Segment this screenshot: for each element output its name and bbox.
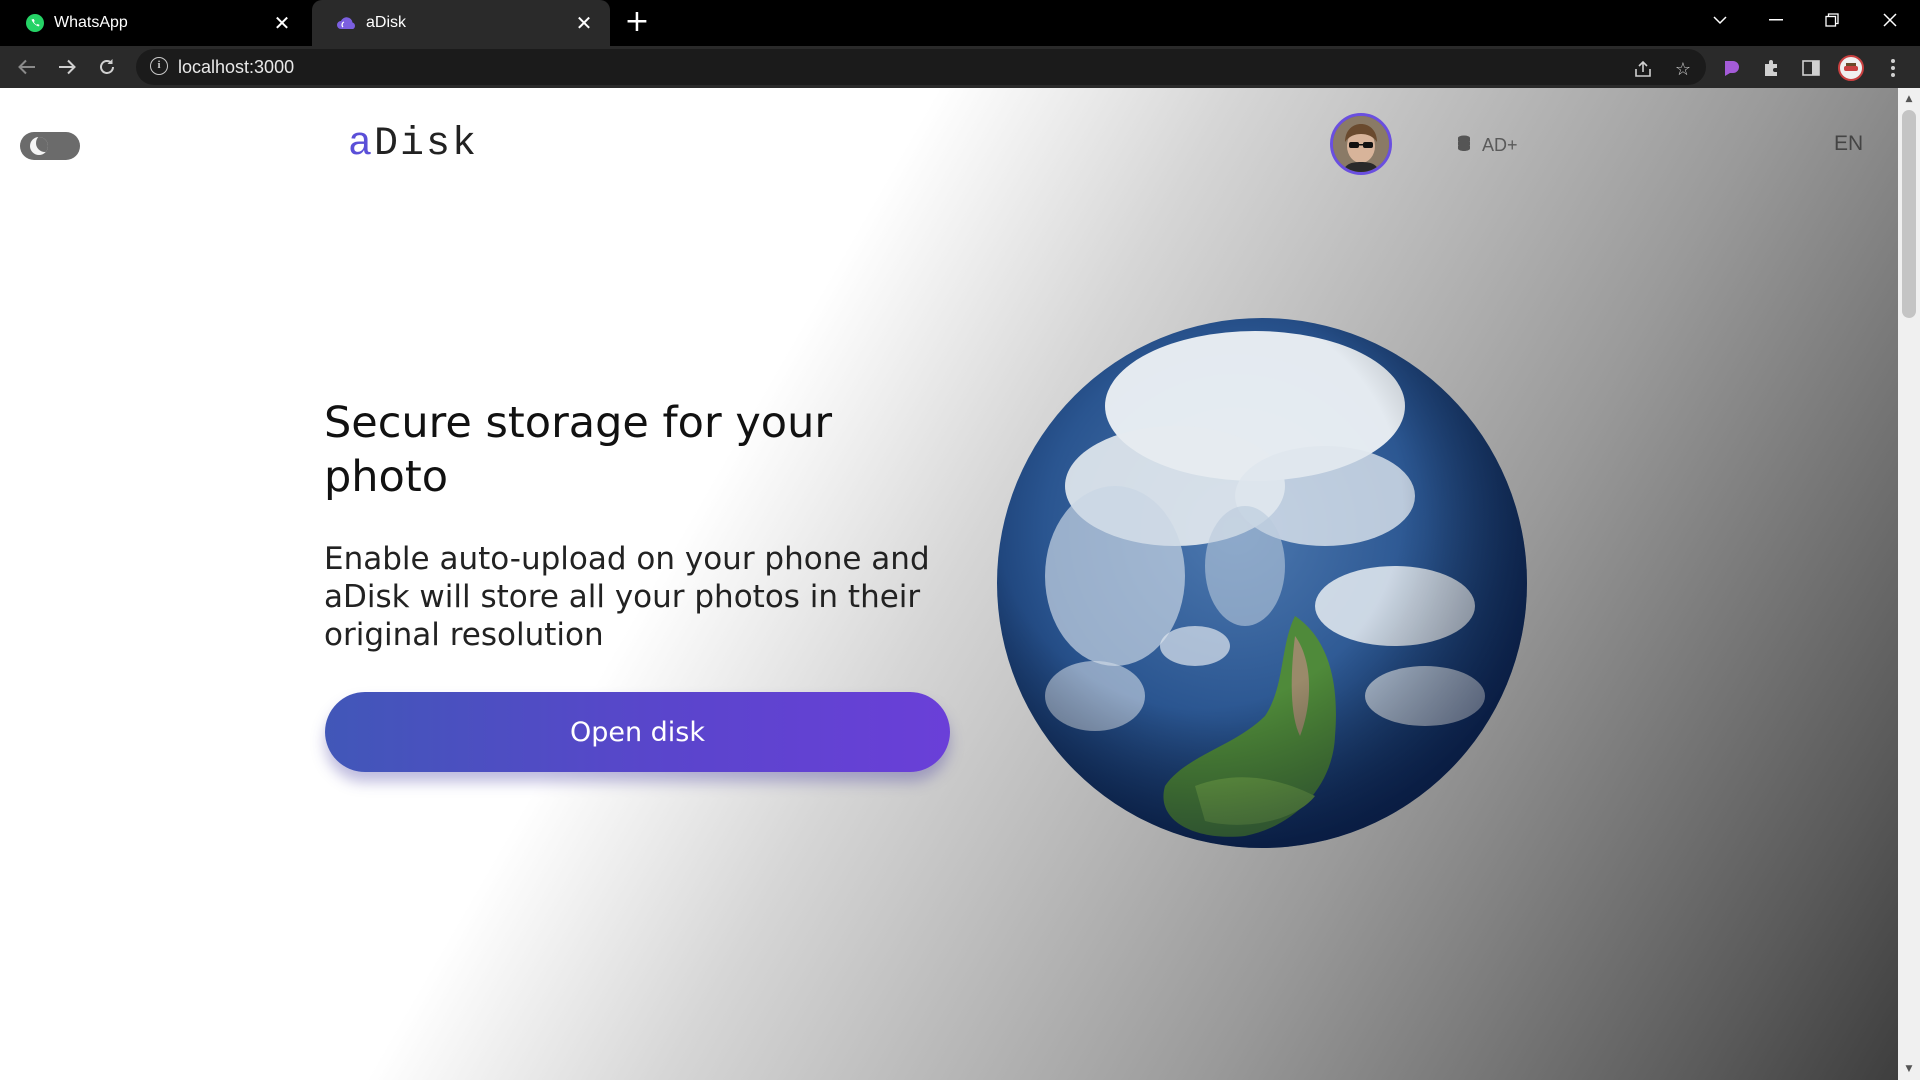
close-tab-icon[interactable]: ✕ bbox=[572, 11, 596, 35]
scroll-down-icon[interactable]: ▼ bbox=[1902, 1062, 1916, 1076]
earth-globe-image bbox=[995, 316, 1530, 851]
tab-title: WhatsApp bbox=[54, 14, 128, 31]
page-viewport: aDisk AD+ EN Secure storage for your pho… bbox=[0, 88, 1898, 1080]
close-tab-icon[interactable]: ✕ bbox=[270, 11, 294, 35]
hero-subtitle: Enable auto-upload on your phone and aDi… bbox=[324, 541, 930, 653]
open-disk-button[interactable]: Open disk bbox=[325, 692, 950, 772]
browser-toolbar: i localhost:3000 ☆ bbox=[0, 46, 1920, 88]
share-icon[interactable] bbox=[1632, 58, 1654, 80]
menu-dots-icon[interactable] bbox=[1880, 55, 1906, 81]
reload-icon[interactable] bbox=[92, 52, 122, 82]
user-avatar[interactable] bbox=[1330, 113, 1392, 175]
new-tab-button[interactable]: + bbox=[622, 7, 652, 38]
moon-icon bbox=[30, 137, 48, 155]
tab-strip: WhatsApp ✕ aDisk ✕ + bbox=[0, 0, 1920, 46]
tab-title: aDisk bbox=[366, 14, 407, 31]
logo-accent: a bbox=[348, 122, 375, 167]
tab-adisk[interactable]: aDisk ✕ bbox=[312, 0, 610, 46]
url-text: localhost:3000 bbox=[178, 57, 295, 77]
ad-plus-link[interactable]: AD+ bbox=[1456, 134, 1518, 157]
restore-button[interactable] bbox=[1804, 0, 1860, 40]
whatsapp-icon bbox=[24, 12, 46, 34]
theme-toggle[interactable] bbox=[20, 132, 80, 160]
cloud-icon bbox=[336, 12, 358, 34]
extension-icon[interactable] bbox=[1718, 55, 1744, 81]
bookmark-star-icon[interactable]: ☆ bbox=[1672, 58, 1694, 80]
scroll-up-icon[interactable]: ▲ bbox=[1902, 92, 1916, 106]
site-logo[interactable]: aDisk bbox=[348, 122, 478, 167]
tab-search-icon[interactable] bbox=[1692, 0, 1748, 40]
back-arrow-icon[interactable] bbox=[12, 52, 42, 82]
logo-text: Disk bbox=[374, 122, 479, 167]
language-selector[interactable]: EN bbox=[1834, 132, 1863, 156]
profile-avatar-icon[interactable] bbox=[1838, 55, 1864, 81]
tab-whatsapp[interactable]: WhatsApp ✕ bbox=[0, 0, 308, 46]
forward-arrow-icon[interactable] bbox=[52, 52, 82, 82]
scroll-thumb[interactable] bbox=[1902, 110, 1916, 318]
hero-title: Secure storage for your photo bbox=[324, 398, 833, 502]
ad-plus-label: AD+ bbox=[1482, 135, 1518, 155]
extensions-puzzle-icon[interactable] bbox=[1758, 55, 1784, 81]
site-info-icon[interactable]: i bbox=[150, 57, 168, 75]
address-bar[interactable]: i localhost:3000 ☆ bbox=[136, 49, 1706, 85]
page-scrollbar[interactable]: ▲ ▼ bbox=[1898, 88, 1920, 1080]
close-window-button[interactable] bbox=[1862, 0, 1918, 40]
coins-icon bbox=[1456, 134, 1472, 157]
side-panel-icon[interactable] bbox=[1798, 55, 1824, 81]
minimize-button[interactable] bbox=[1748, 0, 1804, 40]
